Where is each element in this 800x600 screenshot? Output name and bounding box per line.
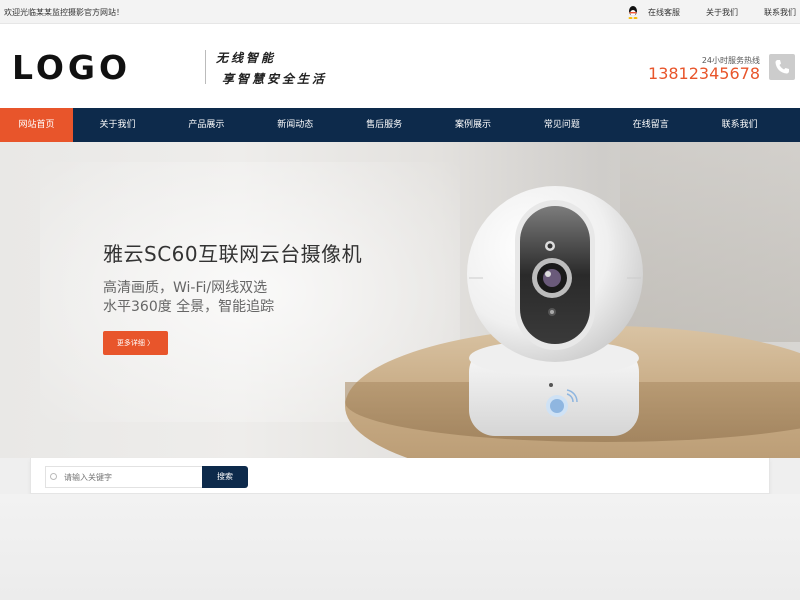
nav-item-news[interactable]: 新闻动态 [251, 108, 340, 142]
top-bar: 欢迎光临某某监控摄影官方网站！ 在线客服 关于我们 联系我们 [0, 0, 800, 24]
main-nav: 网站首页 关于我们 产品展示 新闻动态 售后服务 案例展示 常见问题 在线留言 … [0, 108, 800, 142]
slogan-line-2: 享智慧安全生活 [222, 72, 328, 86]
site-logo[interactable]: LOGO [12, 48, 131, 87]
topbar-link-online-service[interactable]: 在线客服 [648, 7, 680, 18]
welcome-text: 欢迎光临某某监控摄影官方网站！ [4, 8, 124, 17]
search-button[interactable]: 搜索 [202, 466, 248, 488]
nav-item-about[interactable]: 关于我们 [73, 108, 162, 142]
camera-image [467, 186, 643, 436]
nav-item-products[interactable]: 产品展示 [162, 108, 251, 142]
slogan: 无线智能 享智慧安全生活 [216, 49, 327, 87]
banner-title: 雅云SC60互联网云台摄像机 [103, 242, 363, 266]
more-details-button[interactable]: 更多详细 〉 [103, 331, 168, 355]
nav-item-message[interactable]: 在线留言 [606, 108, 695, 142]
topbar-link-about[interactable]: 关于我们 [706, 7, 738, 18]
search-bar: 搜索 [30, 458, 770, 494]
topbar-link-contact[interactable]: 联系我们 [764, 7, 796, 18]
nav-item-contact[interactable]: 联系我们 [695, 108, 784, 142]
nav-item-after-sales[interactable]: 售后服务 [340, 108, 429, 142]
nav-item-home[interactable]: 网站首页 [0, 108, 73, 142]
hotline-number: 13812345678 [648, 64, 760, 83]
banner-subtitle-1: 高清画质，Wi-Fi/网线双选 [103, 280, 268, 296]
content-area [0, 494, 800, 600]
banner-subtitle-2: 水平360度 全景，智能追踪 [103, 299, 275, 315]
nav-item-cases[interactable]: 案例展示 [429, 108, 518, 142]
phone-icon [769, 54, 795, 80]
hero-banner: 雅云SC60互联网云台摄像机 高清画质，Wi-Fi/网线双选 水平360度 全景… [0, 142, 800, 458]
header-divider [205, 50, 206, 84]
slogan-line-1: 无线智能 [216, 51, 277, 65]
nav-item-faq[interactable]: 常见问题 [517, 108, 606, 142]
search-icon [50, 473, 57, 480]
site-header: LOGO 无线智能 享智慧安全生活 24小时服务热线 13812345678 [0, 24, 800, 108]
search-input[interactable] [45, 466, 203, 488]
